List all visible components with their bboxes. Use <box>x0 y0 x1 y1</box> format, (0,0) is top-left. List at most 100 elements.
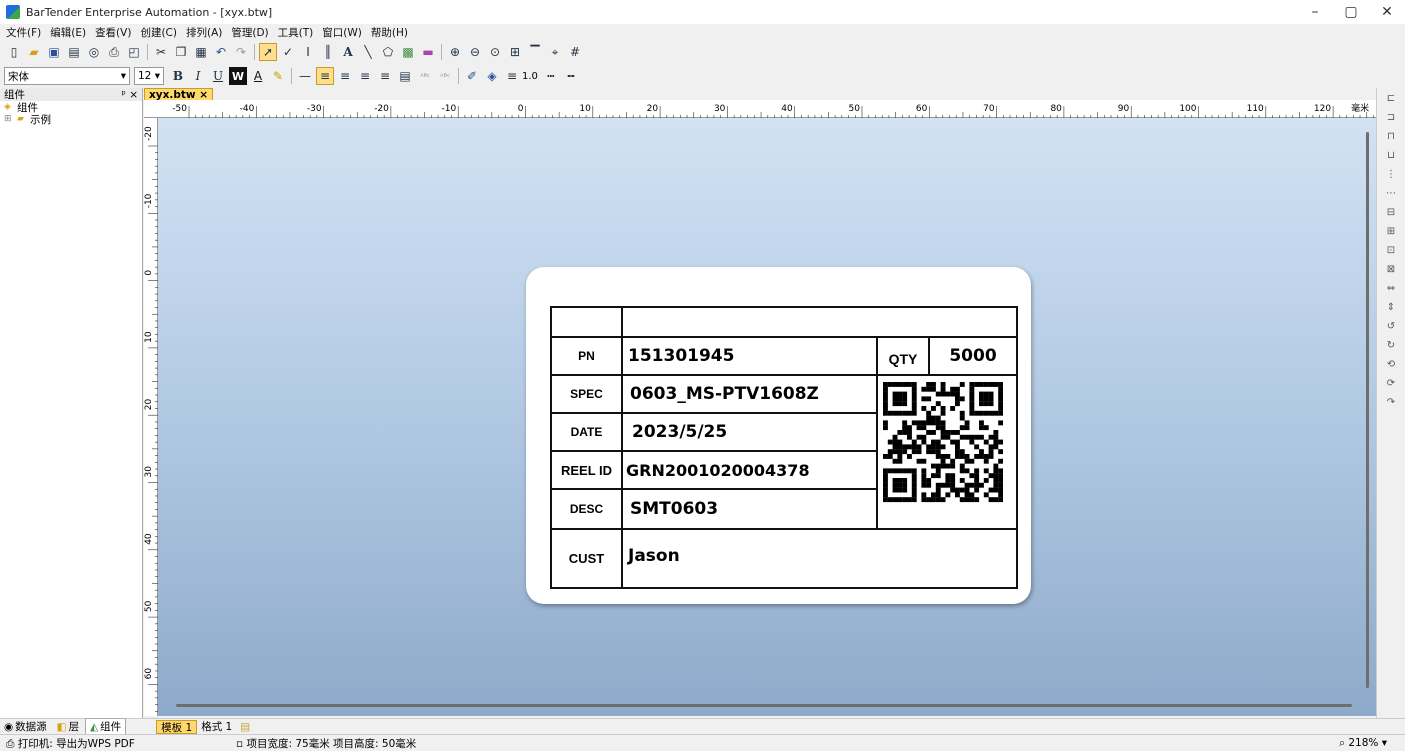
label-value-date[interactable]: 2023/5/25 <box>632 414 727 450</box>
grid-icon[interactable]: # <box>566 43 584 61</box>
print-preview-icon[interactable]: ◰ <box>125 43 143 61</box>
zoom-in-icon[interactable]: ⊕ <box>446 43 464 61</box>
label-value-spec[interactable]: 0603_MS-PTV1608Z <box>630 376 819 412</box>
label-value-cust[interactable]: Jason <box>628 530 680 582</box>
horizontal-line-icon[interactable]: — <box>296 67 314 85</box>
label-key-reel-id[interactable]: REEL ID <box>552 452 621 488</box>
zoom-out-icon[interactable]: ⊖ <box>466 43 484 61</box>
fit-text-icon[interactable]: ▤ <box>396 67 414 85</box>
line-width-icon[interactable]: ≡ <box>503 67 521 85</box>
align-left-edges-icon[interactable]: ⊓ <box>1382 128 1400 144</box>
restore-button[interactable]: ▢ <box>1333 0 1369 24</box>
label-template[interactable]: PN SPEC DATE REEL ID DESC CUST 151301945… <box>526 267 1031 604</box>
label-value-qty[interactable]: 5000 <box>930 338 1016 374</box>
picture-tool-icon[interactable]: ▩ <box>399 43 417 61</box>
expand-plus-icon[interactable]: ⊞ <box>4 114 14 124</box>
underline-button[interactable]: U <box>209 67 227 85</box>
page-setup-icon[interactable]: ▤ <box>65 43 83 61</box>
align-right-icon[interactable]: ≡ <box>356 67 374 85</box>
panel-pin-close[interactable]: ᵖ × <box>121 89 138 101</box>
align-top-left-icon[interactable]: ⊏ <box>1382 90 1400 106</box>
label-key-cust[interactable]: CUST <box>552 530 621 587</box>
tab-data-sources[interactable]: ◉ 数据源 <box>0 719 51 734</box>
label-value-desc[interactable]: SMT0603 <box>630 490 718 528</box>
menu-create[interactable]: 创建(C) <box>140 25 177 40</box>
text-cursor-icon[interactable]: I <box>299 43 317 61</box>
rotate-reset-icon[interactable]: ⟳ <box>1382 375 1400 391</box>
menu-tools[interactable]: 工具(T) <box>278 25 314 40</box>
align-bottom-icon[interactable]: ⊔ <box>1382 147 1400 163</box>
barcode-icon[interactable]: ║ <box>319 43 337 61</box>
encoder-icon[interactable]: ▬ <box>419 43 437 61</box>
redo-icon[interactable]: ↷ <box>232 43 250 61</box>
save-icon[interactable]: ▣ <box>45 43 63 61</box>
italic-button[interactable]: I <box>189 67 207 85</box>
reverse-text-button[interactable]: W <box>229 67 247 85</box>
rotate-90-icon[interactable]: ↺ <box>1382 318 1400 334</box>
tab-xyx-btw[interactable]: xyx.btw × <box>144 88 214 101</box>
menu-help[interactable]: 帮助(H) <box>371 25 408 40</box>
rotate-180-icon[interactable]: ↻ <box>1382 337 1400 353</box>
cut-icon[interactable]: ✂ <box>152 43 170 61</box>
new-document-icon[interactable]: ▯ <box>5 43 23 61</box>
justify-icon[interactable]: ≡ <box>376 67 394 85</box>
label-key-date[interactable]: DATE <box>552 414 621 450</box>
text-arc-icon[interactable]: ᴬᴮᶜ <box>436 67 454 85</box>
line-color-icon[interactable]: ✐ <box>463 67 481 85</box>
label-table[interactable]: PN SPEC DATE REEL ID DESC CUST 151301945… <box>550 306 1018 589</box>
label-key-pn[interactable]: PN <box>552 338 621 374</box>
label-key-desc[interactable]: DESC <box>552 490 621 528</box>
tab-template-1[interactable]: 模板 1 <box>156 719 198 734</box>
fill-color-icon[interactable]: ◈ <box>483 67 501 85</box>
open-folder-icon[interactable]: ▰ <box>25 43 43 61</box>
select-pointer-icon[interactable]: ➚ <box>259 43 277 61</box>
vertical-scrollbar[interactable] <box>1366 132 1369 688</box>
menu-arrange[interactable]: 排列(A) <box>186 25 222 40</box>
same-width-icon[interactable]: ⇔ <box>1382 280 1400 296</box>
design-canvas[interactable]: PN SPEC DATE REEL ID DESC CUST 151301945… <box>158 118 1376 716</box>
label-key-spec[interactable]: SPEC <box>552 376 621 412</box>
minimize-button[interactable]: – <box>1297 0 1333 24</box>
center-page-icon[interactable]: ⊡ <box>1382 242 1400 258</box>
rotate-free-icon[interactable]: ↷ <box>1382 394 1400 410</box>
rotate-270-icon[interactable]: ⟲ <box>1382 356 1400 372</box>
text-tool-icon[interactable]: A <box>339 43 357 61</box>
line-tool-icon[interactable]: ╲ <box>359 43 377 61</box>
paste-icon[interactable]: ▦ <box>192 43 210 61</box>
close-button[interactable]: ✕ <box>1369 0 1405 24</box>
label-value-reel-id[interactable]: GRN2001020004378 <box>626 452 810 488</box>
menu-view[interactable]: 查看(V) <box>95 25 131 40</box>
snap-icon[interactable]: ⌖ <box>546 43 564 61</box>
tab-format-1[interactable]: 格式 1 <box>197 720 236 734</box>
tab-layers[interactable]: ◧ 层 <box>53 719 83 734</box>
center-both-icon[interactable]: ⊠ <box>1382 261 1400 277</box>
horizontal-scrollbar[interactable] <box>176 704 1352 707</box>
bold-button[interactable]: B <box>169 67 187 85</box>
zoom-level[interactable]: ⌕ 218% ▾ <box>1339 737 1387 750</box>
text-effect-icon[interactable]: ᴬᴮᶜ <box>416 67 434 85</box>
undo-icon[interactable]: ↶ <box>212 43 230 61</box>
same-height-icon[interactable]: ⇕ <box>1382 299 1400 315</box>
add-tab-icon[interactable]: ▤ <box>236 720 254 734</box>
line-style-icon[interactable]: ┅ <box>542 67 560 85</box>
menu-edit[interactable]: 编辑(E) <box>50 25 86 40</box>
font-color-icon[interactable]: A <box>249 67 267 85</box>
distribute-vertical-icon[interactable]: ⋮ <box>1382 166 1400 182</box>
align-left-icon[interactable]: ≡ <box>316 67 334 85</box>
label-key-qty[interactable]: QTY <box>878 341 928 377</box>
align-center-icon[interactable]: ≡ <box>336 67 354 85</box>
center-horizontal-icon[interactable]: ⊟ <box>1382 204 1400 220</box>
shape-tool-icon[interactable]: ⬠ <box>379 43 397 61</box>
data-entry-icon[interactable]: ✓ <box>279 43 297 61</box>
center-vertical-icon[interactable]: ⊞ <box>1382 223 1400 239</box>
grid-ruler-icon[interactable]: ▔ <box>526 43 544 61</box>
qr-code[interactable] <box>883 381 1003 503</box>
tree-item-examples[interactable]: ⊞ ▰ 示例 <box>0 113 142 126</box>
database-icon[interactable]: ◎ <box>85 43 103 61</box>
menu-manage[interactable]: 管理(D) <box>231 25 268 40</box>
font-size-select[interactable]: 12 ▾ <box>134 67 164 85</box>
label-value-pn[interactable]: 151301945 <box>628 338 734 374</box>
copy-icon[interactable]: ❐ <box>172 43 190 61</box>
tree-item-components[interactable]: ◈ 组件 <box>0 101 142 114</box>
line-width-value[interactable]: 1.0 <box>522 71 538 82</box>
